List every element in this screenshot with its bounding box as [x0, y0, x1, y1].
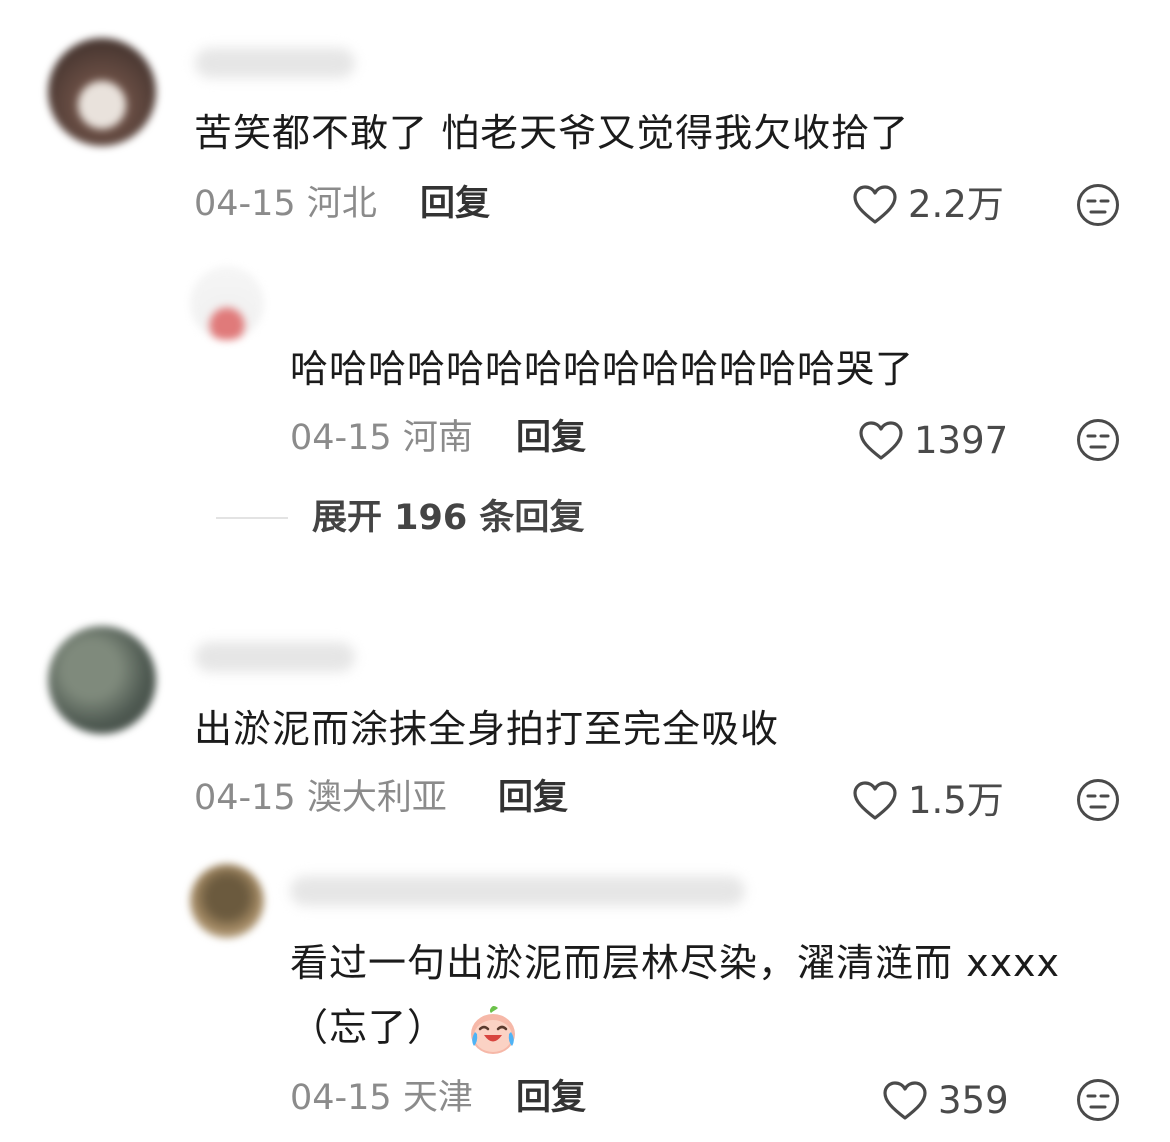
avatar[interactable] [48, 38, 156, 146]
reply-button[interactable]: 回复 [420, 184, 490, 224]
like-button[interactable]: 2.2万 [852, 184, 1004, 226]
like-button[interactable]: 359 [882, 1080, 1009, 1122]
comment-text: 出淤泥而涂抹全身拍打至完全吸收 [194, 707, 780, 751]
comment-location: 河南 [402, 418, 473, 458]
comment-text: 苦笑都不敢了 怕老天爷又觉得我欠收拾了 [194, 111, 910, 155]
comment-location: 天津 [402, 1078, 473, 1118]
neutral-face-icon[interactable] [1076, 1078, 1120, 1122]
heart-outline-icon [883, 1081, 927, 1120]
like-count: 359 [938, 1079, 1009, 1122]
comment-text: 哈哈哈哈哈哈哈哈哈哈哈哈哈哈哭了 [290, 347, 915, 391]
reply-button[interactable]: 回复 [516, 1078, 586, 1118]
comment-meta: 04-15 澳大利亚 [194, 778, 447, 818]
heart-outline-icon [853, 781, 897, 820]
neutral-face-icon[interactable] [1076, 778, 1120, 822]
comment-meta: 04-15 天津 [290, 1078, 473, 1118]
avatar[interactable] [190, 864, 264, 938]
reply-button[interactable]: 回复 [516, 418, 586, 458]
like-count: 1397 [914, 419, 1009, 462]
comment-date: 04-15 [194, 184, 296, 224]
like-count: 2.2万 [908, 183, 1004, 226]
username[interactable] [290, 876, 745, 906]
comment-meta: 04-15 河南 [290, 418, 473, 458]
like-button[interactable]: 1.5万 [852, 780, 1004, 822]
heart-outline-icon [859, 421, 903, 460]
comment-text: 看过一句出淤泥而层林尽染，濯清涟而 xxxx [290, 941, 1061, 985]
comment-meta: 04-15 河北 [194, 184, 377, 224]
like-button[interactable]: 1397 [858, 420, 1008, 462]
avatar[interactable] [48, 626, 156, 734]
reply-button[interactable]: 回复 [498, 778, 568, 818]
neutral-face-icon[interactable] [1076, 418, 1120, 462]
comment-text-continued: （忘了） [290, 1002, 521, 1058]
username[interactable] [195, 48, 355, 78]
comment-date: 04-15 [194, 778, 296, 818]
comment-date: 04-15 [290, 418, 392, 458]
avatar[interactable] [190, 266, 264, 340]
comment-date: 04-15 [290, 1078, 392, 1118]
divider [216, 517, 288, 519]
neutral-face-icon[interactable] [1076, 183, 1120, 227]
crying-laughing-peach-emoji [471, 1006, 516, 1054]
heart-outline-icon [853, 185, 897, 224]
comment-location: 澳大利亚 [306, 778, 447, 818]
expand-replies-button[interactable]: 展开 196 条回复 [312, 498, 584, 538]
comment-text-tail: （忘了） [290, 1005, 447, 1050]
username[interactable] [195, 642, 355, 672]
like-count: 1.5万 [908, 779, 1004, 822]
comment-location: 河北 [306, 184, 377, 224]
